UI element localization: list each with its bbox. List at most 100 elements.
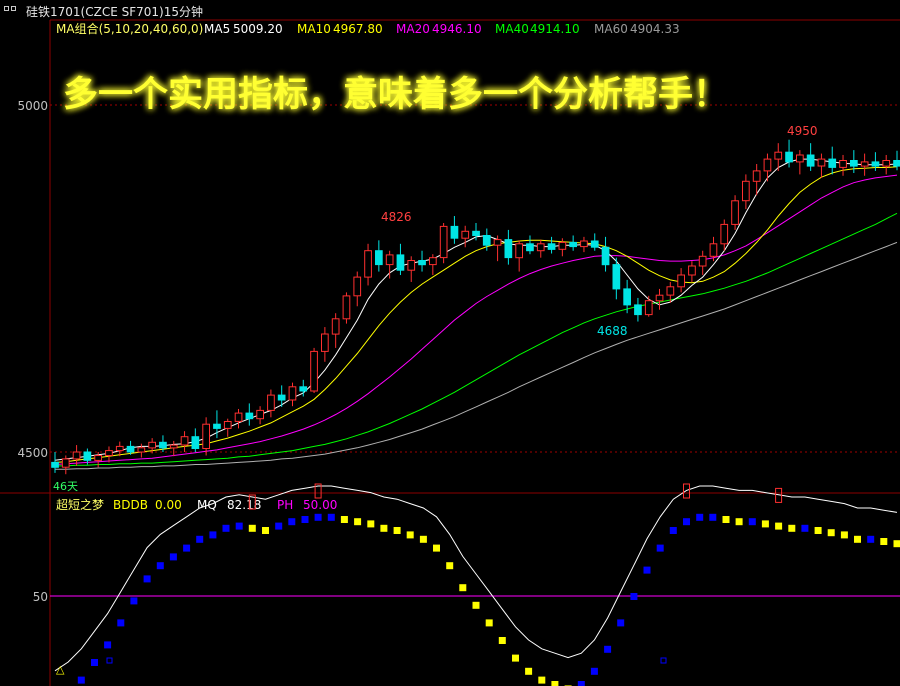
bddb-block-rising — [604, 645, 612, 653]
bddb-block-rising — [77, 676, 85, 684]
candle-body-down — [299, 386, 308, 392]
candlestick — [256, 406, 264, 425]
high-label-4826: 4826 — [381, 210, 412, 224]
candlestick — [137, 443, 146, 458]
candlestick — [202, 417, 211, 456]
bddb-block-rising — [617, 619, 625, 627]
candlestick — [180, 431, 189, 452]
bddb-block-falling — [827, 529, 835, 537]
candle-body-down — [547, 243, 556, 250]
candlestick — [763, 153, 772, 182]
candlestick — [418, 250, 426, 272]
bddb-block-rising — [288, 518, 296, 526]
candlestick — [526, 235, 534, 255]
moving-average-lines — [54, 158, 898, 470]
candlestick — [364, 243, 372, 286]
bddb-block-falling — [354, 518, 362, 526]
triangle-marker: △ — [56, 663, 65, 676]
mq-line — [54, 485, 898, 672]
bddb-block-falling — [840, 531, 848, 539]
indicator-plot — [54, 483, 900, 686]
ph-label: PH — [277, 498, 293, 512]
candle-body-up — [267, 394, 275, 411]
bddb-block-falling — [380, 524, 388, 532]
candle-body-down — [83, 451, 92, 461]
bddb-block-falling — [446, 562, 454, 570]
candlestick — [634, 297, 642, 322]
candle-body-down — [277, 394, 286, 401]
candle-body-up — [774, 151, 783, 160]
candle-body-up — [461, 230, 470, 239]
candle-body-up — [688, 265, 696, 276]
candle-body-down — [806, 154, 815, 167]
candle-body-down — [504, 239, 513, 259]
bddb-block-falling — [854, 535, 861, 543]
candlestick — [493, 235, 502, 262]
candle-body-down — [893, 160, 900, 167]
candle-body-down — [569, 241, 577, 248]
candlestick — [720, 219, 729, 251]
bddb-block-rising — [867, 535, 875, 543]
ma60-value: 4904.33 — [630, 22, 680, 36]
candle-body-up — [763, 158, 772, 172]
candlestick — [267, 389, 275, 418]
candlestick — [310, 347, 318, 394]
bddb-block-rising — [275, 522, 283, 530]
bddb-block-falling — [367, 520, 375, 528]
days-label: 46天 — [53, 480, 78, 493]
ma60-label: MA60 — [594, 22, 628, 36]
bddb-block-falling — [551, 681, 559, 686]
low-label-4688: 4688 — [597, 324, 628, 338]
bddb-block-rising — [656, 544, 664, 552]
bddb-block-rising — [314, 513, 322, 521]
candlestick — [806, 143, 815, 171]
candle-body-up — [310, 350, 318, 392]
candlestick — [407, 256, 416, 282]
candlestick — [796, 150, 804, 175]
candle-body-up — [61, 458, 70, 468]
candle-body-down — [526, 243, 534, 252]
bddb-value: 0.00 — [155, 498, 182, 512]
bddb-block-rising — [327, 513, 335, 521]
bddb-block-rising — [156, 562, 164, 570]
bddb-block-falling — [722, 516, 730, 523]
candlestick — [601, 236, 610, 272]
candle-body-up — [331, 318, 340, 335]
candle-body-down — [785, 151, 793, 163]
bddb-block-rising — [209, 531, 217, 539]
candle-body-up — [407, 260, 416, 271]
bddb-block-falling — [419, 535, 427, 543]
bddb-block-rising — [709, 513, 717, 521]
candlestick — [839, 154, 847, 176]
ma60-line — [55, 241, 898, 470]
candle-body-down — [623, 288, 631, 306]
bddb-block-rising — [104, 641, 112, 649]
bddb-block-falling — [406, 531, 414, 539]
candle-body-up — [439, 225, 448, 259]
candle-body-down — [396, 254, 405, 271]
mq-label: MQ — [197, 498, 217, 512]
candlestick — [450, 216, 459, 244]
bddb-block-rising — [117, 619, 125, 627]
bddb-block-rising — [643, 566, 651, 574]
candle-body-up — [429, 257, 437, 266]
bddb-block-falling — [433, 544, 440, 552]
candlestick — [688, 261, 696, 282]
candle-body-down — [828, 158, 837, 168]
candlestick — [882, 154, 891, 175]
bddb-block-rising — [91, 659, 98, 666]
bddb-block-rising — [235, 522, 243, 530]
candle-body-up — [698, 255, 707, 267]
bddb-block-rising — [748, 518, 756, 526]
candlestick — [655, 288, 664, 310]
candle-body-up — [137, 447, 146, 453]
bddb-block-falling — [340, 516, 348, 523]
candle-body-down — [850, 160, 858, 167]
candle-body-down — [213, 423, 221, 429]
y-tick-label: 4500 — [17, 446, 48, 460]
candlestick — [331, 313, 340, 348]
bddb-block-falling — [248, 524, 256, 532]
candlestick — [385, 250, 394, 279]
bddb-block-falling — [814, 527, 822, 534]
blue-square-marker — [106, 657, 113, 664]
